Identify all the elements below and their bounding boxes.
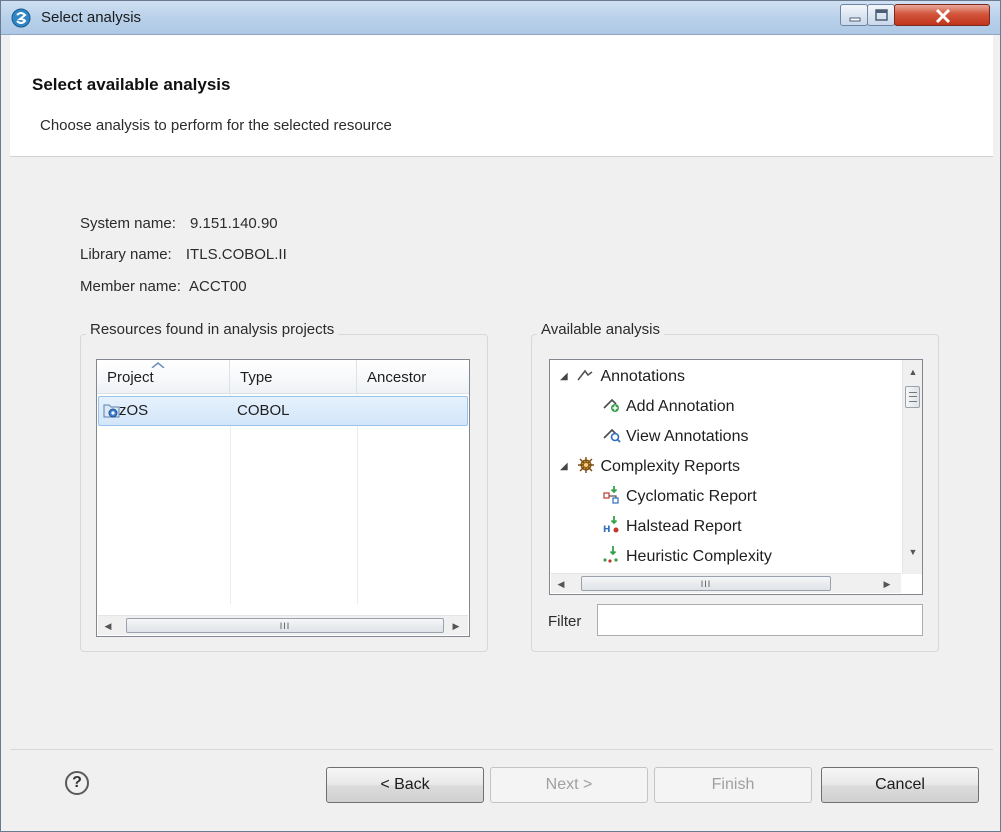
next-button[interactable]: Next > xyxy=(490,767,648,803)
annotations-icon xyxy=(577,369,593,381)
tree-item-cyclomatic-report[interactable]: Cyclomatic Report xyxy=(602,486,757,510)
header-band xyxy=(10,35,993,61)
column-header-type-label: Type xyxy=(240,369,273,386)
scroll-right-arrow-icon[interactable]: ▶ xyxy=(450,619,462,633)
header-panel: Select available analysis Choose analysi… xyxy=(10,61,993,157)
column-header-type[interactable]: Type xyxy=(230,360,357,394)
scroll-down-arrow-icon[interactable]: ▼ xyxy=(907,546,919,558)
help-icon[interactable]: ? xyxy=(65,771,89,795)
title-bar: Select analysis xyxy=(1,1,1000,35)
footer-divider xyxy=(10,749,993,750)
resources-horizontal-scrollbar[interactable]: ◀ III ▶ xyxy=(98,615,468,635)
tree-item-label: Heuristic Complexity xyxy=(626,548,772,565)
column-header-ancestor-label: Ancestor xyxy=(367,369,427,386)
member-name-label: Member name: xyxy=(80,278,181,295)
window-title: Select analysis xyxy=(41,9,142,26)
svg-text:H: H xyxy=(603,525,611,534)
system-name-row: System name: 9.151.140.90 xyxy=(80,215,278,232)
analysis-tree: ◢ Annotations Add Annotation View Annota… xyxy=(549,359,923,595)
complexity-reports-icon xyxy=(578,457,595,473)
tree-item-halstead-report[interactable]: H Halstead Report xyxy=(602,516,742,540)
analysis-vertical-scrollbar[interactable]: ▲ ▼ xyxy=(902,360,922,574)
scroll-grip xyxy=(909,392,917,402)
member-name-row: Member name: ACCT00 xyxy=(80,278,247,295)
cyclomatic-report-icon xyxy=(603,486,619,504)
app-icon xyxy=(11,8,31,28)
tree-item-label: Add Annotation xyxy=(626,398,735,415)
scroll-thumb[interactable]: III xyxy=(126,618,444,633)
library-name-value: ITLS.COBOL.II xyxy=(185,246,287,263)
tree-item-label: Complexity Reports xyxy=(600,458,741,475)
resources-group-label: Resources found in analysis projects xyxy=(86,321,339,338)
member-name-value: ACCT00 xyxy=(189,278,247,295)
tree-item-view-annotations[interactable]: View Annotations xyxy=(602,426,748,450)
column-header-project-label: Project xyxy=(107,369,154,386)
analysis-horizontal-scrollbar[interactable]: ◀ III ▶ xyxy=(551,573,901,593)
scroll-right-arrow-icon[interactable]: ▶ xyxy=(881,577,893,591)
scroll-thumb[interactable] xyxy=(905,386,920,408)
column-header-project[interactable]: Project xyxy=(97,360,230,394)
maximize-icon xyxy=(875,9,888,21)
resources-table: Project Type Ancestor zOS COBOL ◀ III ▶ xyxy=(96,359,470,637)
tree-item-annotations[interactable]: ◢ Annotations xyxy=(560,366,685,390)
expand-toggle-icon[interactable]: ◢ xyxy=(560,461,572,472)
tree-item-label: Cyclomatic Report xyxy=(626,488,757,505)
row-type-cell: COBOL xyxy=(237,402,290,419)
scroll-up-arrow-icon[interactable]: ▲ xyxy=(907,366,919,378)
scroll-thumb[interactable]: III xyxy=(581,576,831,591)
page-title: Select available analysis xyxy=(32,75,231,94)
library-name-row: Library name: ITLS.COBOL.II xyxy=(80,246,287,263)
scroll-grip: III xyxy=(700,579,712,589)
page-description: Choose analysis to perform for the selec… xyxy=(40,117,392,134)
tree-item-label: View Annotations xyxy=(626,428,749,445)
minimize-icon xyxy=(849,17,861,22)
tree-item-heuristic-complexity[interactable]: Heuristic Complexity xyxy=(602,546,772,570)
cancel-button[interactable]: Cancel xyxy=(821,767,979,803)
scroll-left-arrow-icon[interactable]: ◀ xyxy=(102,619,114,633)
expand-toggle-icon[interactable]: ◢ xyxy=(560,371,572,382)
back-button[interactable]: < Back xyxy=(326,767,484,803)
finish-button[interactable]: Finish xyxy=(654,767,812,803)
sort-ascending-icon xyxy=(151,362,165,368)
close-button[interactable] xyxy=(894,4,990,26)
column-header-ancestor[interactable]: Ancestor xyxy=(357,360,469,394)
filter-label: Filter xyxy=(548,613,582,630)
close-icon xyxy=(935,8,951,24)
filter-input[interactable] xyxy=(597,604,923,636)
tree-item-label: Halstead Report xyxy=(626,518,742,535)
analysis-group-label: Available analysis xyxy=(537,321,664,338)
system-name-label: System name: xyxy=(80,215,176,232)
tree-item-label: Annotations xyxy=(600,368,685,385)
tree-item-add-annotation[interactable]: Add Annotation xyxy=(602,396,735,420)
maximize-button[interactable] xyxy=(867,4,895,26)
heuristic-complexity-icon xyxy=(603,546,618,563)
scroll-grip: III xyxy=(279,621,291,631)
add-annotation-icon xyxy=(603,398,619,412)
system-name-value: 9.151.140.90 xyxy=(190,215,278,232)
scroll-left-arrow-icon[interactable]: ◀ xyxy=(555,577,567,591)
minimize-button[interactable] xyxy=(840,4,868,26)
halstead-report-icon: H xyxy=(603,516,619,534)
view-annotations-icon xyxy=(603,428,621,443)
row-project-cell: zOS xyxy=(119,402,149,419)
library-name-label: Library name: xyxy=(80,246,172,263)
tree-item-complexity-reports[interactable]: ◢ Complexity Reports xyxy=(560,456,740,480)
select-analysis-window: Select analysis Select available analysi… xyxy=(0,0,1001,832)
